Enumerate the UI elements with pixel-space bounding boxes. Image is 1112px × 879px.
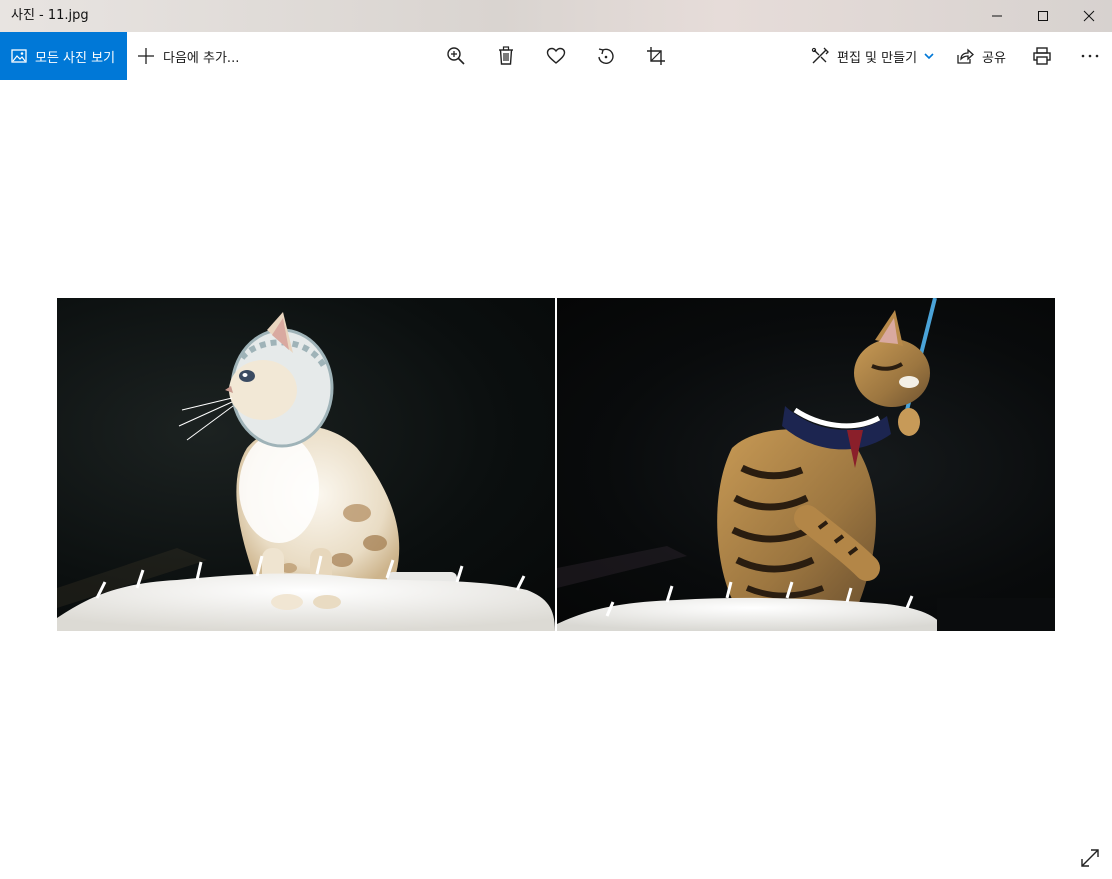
minimize-button[interactable]: [974, 0, 1020, 32]
share-icon: [956, 47, 974, 65]
rotate-button[interactable]: [594, 44, 618, 68]
title-bar: 사진 - 11.jpg: [0, 0, 1112, 32]
expand-icon: [1081, 849, 1099, 867]
chevron-down-icon: [924, 52, 934, 60]
crop-button[interactable]: [644, 44, 668, 68]
share-button[interactable]: 공유: [956, 32, 1006, 80]
edit-create-button[interactable]: 편집 및 만들기: [811, 32, 934, 80]
minimize-icon: [992, 15, 1002, 17]
print-icon: [1033, 47, 1051, 65]
share-label: 공유: [982, 50, 1006, 66]
add-to-label: 다음에 추가...: [163, 50, 240, 66]
plus-icon: [137, 47, 155, 65]
maximize-icon: [1038, 11, 1048, 21]
close-button[interactable]: [1066, 0, 1112, 32]
edit-create-label: 편집 및 만들기: [837, 50, 918, 66]
all-photos-button[interactable]: 모든 사진 보기: [0, 32, 127, 80]
favorite-icon: [546, 47, 566, 64]
add-to-button[interactable]: 다음에 추가...: [137, 32, 239, 80]
photos-icon: [11, 48, 27, 64]
print-button[interactable]: [1030, 44, 1054, 68]
delete-icon: [499, 46, 513, 65]
all-photos-label: 모든 사진 보기: [35, 50, 116, 66]
crop-icon: [647, 47, 665, 65]
cream-cat-illustration: [57, 312, 555, 631]
photo-panel-left: [57, 298, 555, 631]
favorite-button[interactable]: [544, 44, 568, 68]
edit-create-icon: [811, 47, 829, 65]
toolbar: 모든 사진 보기 다음에 추가... 편집 및 만들기 공유: [0, 32, 1112, 80]
window-controls: [974, 0, 1112, 32]
fullscreen-button[interactable]: [1078, 846, 1102, 870]
zoom-in-button[interactable]: [444, 44, 468, 68]
more-icon: [1081, 54, 1099, 58]
close-icon: [1083, 10, 1095, 22]
delete-button[interactable]: [494, 44, 518, 68]
photo-panel-right: [557, 298, 1055, 631]
more-button[interactable]: [1078, 44, 1102, 68]
maximize-button[interactable]: [1020, 0, 1066, 32]
window-title: 사진 - 11.jpg: [11, 8, 89, 23]
striped-cat-illustration: [557, 298, 1055, 631]
rotate-icon: [598, 48, 614, 65]
photo-view[interactable]: [57, 298, 1055, 631]
zoom-in-icon: [447, 47, 465, 65]
